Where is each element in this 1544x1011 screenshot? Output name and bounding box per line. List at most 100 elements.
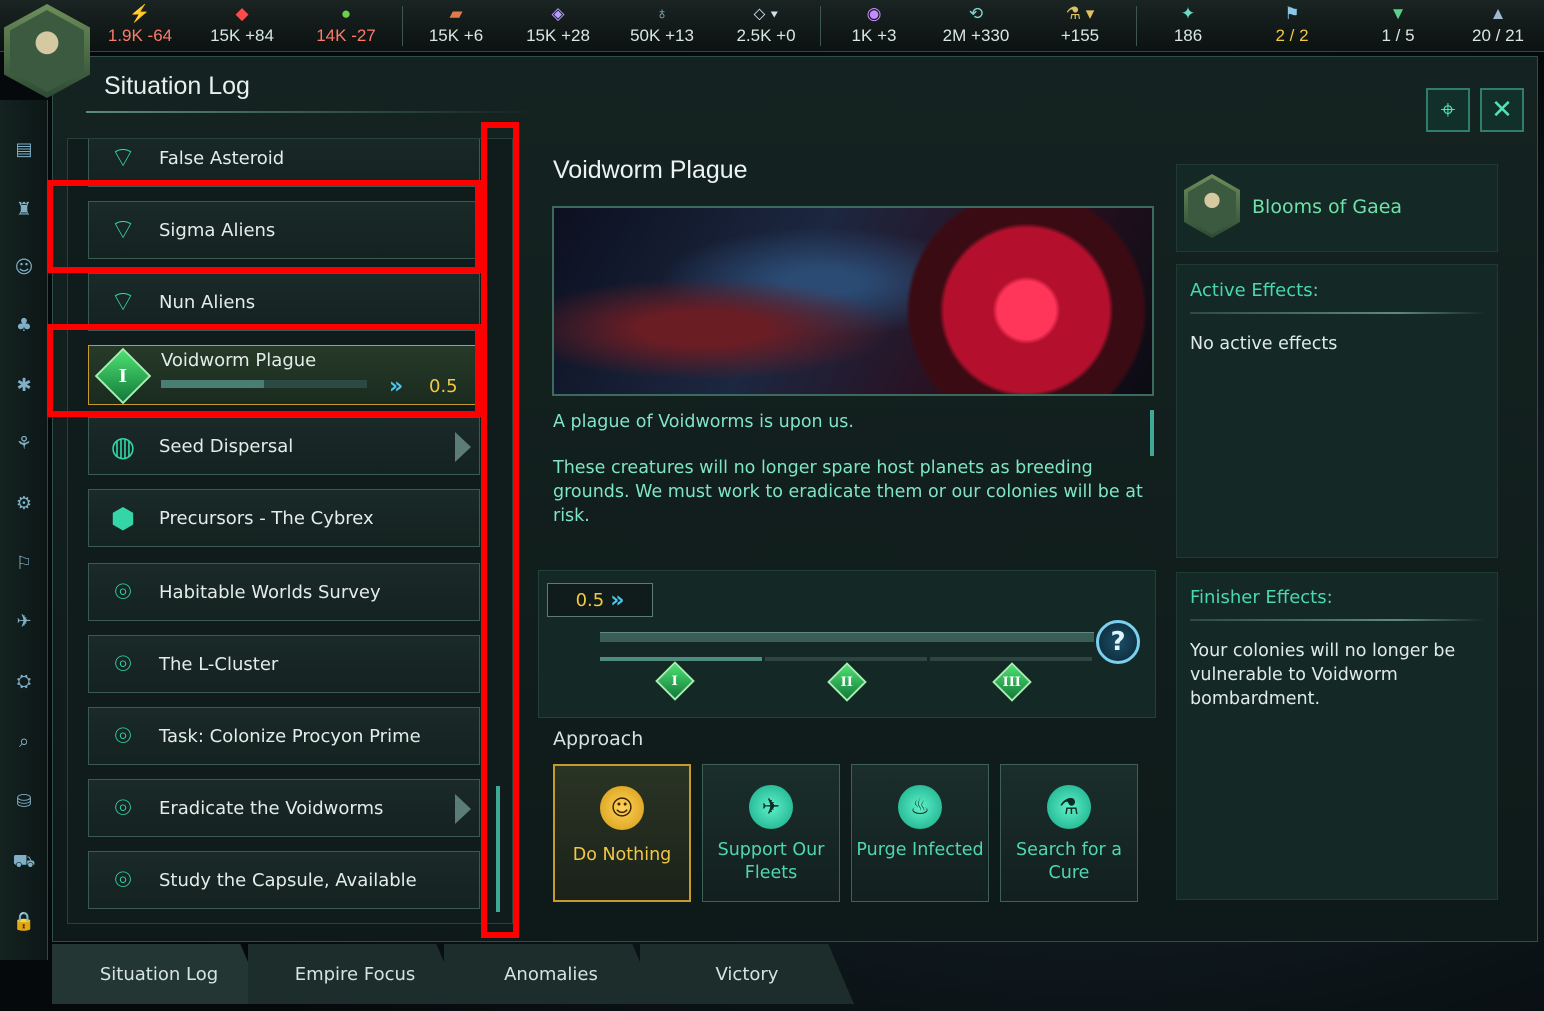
contacts-menu-icon[interactable]: ☺: [10, 254, 38, 282]
research-icon: ◉: [866, 4, 882, 23]
energy-icon: ⚡: [129, 4, 151, 23]
technology-menu-icon[interactable]: ⚙: [10, 490, 38, 518]
tab-empire-focus[interactable]: Empire Focus: [248, 944, 462, 1004]
description-line: These creatures will no longer spare hos…: [553, 458, 1143, 526]
resource-consumer-goods[interactable]: ◈ 15K +28: [516, 2, 600, 50]
expand-arrow-icon[interactable]: [455, 794, 471, 824]
progress-rate: 0.5: [429, 376, 458, 397]
list-item-habitable-worlds-survey[interactable]: ⌾ Habitable Worlds Survey: [88, 563, 480, 621]
resource-unity[interactable]: ⬦ ▾ 2.5K +0: [724, 2, 808, 50]
close-icon: ✕: [1491, 95, 1513, 125]
market-menu-icon[interactable]: ⛁: [10, 788, 38, 816]
science-icon: ⚗ ▾: [1065, 4, 1095, 23]
policies-menu-icon[interactable]: ⚐: [10, 550, 38, 578]
list-item-seed-dispersal[interactable]: ◍ Seed Dispersal: [88, 417, 480, 475]
list-scrollbar[interactable]: [496, 786, 500, 912]
empire-flag-icon: [10, 10, 84, 92]
stage-marker-1[interactable]: I: [655, 661, 695, 701]
resource-trade[interactable]: ⟲ 2M +330: [930, 2, 1022, 50]
divider: [1190, 619, 1486, 621]
lock-icon[interactable]: 🔒: [10, 908, 38, 936]
edicts-menu-icon[interactable]: ⛟: [10, 848, 38, 876]
active-effects-text: No active effects: [1190, 334, 1338, 354]
list-item-label: Sigma Aliens: [159, 219, 276, 241]
envoys-icon: ⚑: [1284, 4, 1300, 23]
approach-support-fleets[interactable]: ✈ Support Our Fleets: [702, 764, 840, 902]
microscope-icon: ⚗: [1047, 785, 1091, 829]
resource-science[interactable]: ⚗ ▾ +155: [1046, 2, 1114, 50]
resource-influence[interactable]: ♁ 50K +13: [620, 2, 704, 50]
resource-fleet[interactable]: ✦ 186: [1160, 2, 1216, 50]
stage-three-bar: [930, 657, 1092, 661]
close-button[interactable]: ✕: [1480, 88, 1524, 132]
stage-marker-3[interactable]: III: [992, 662, 1032, 702]
approach-search-cure[interactable]: ⚗ Search for a Cure: [1000, 764, 1138, 902]
list-item-label: Study the Capsule, Available: [159, 869, 417, 891]
ship-designer-menu-icon[interactable]: ⛭: [10, 668, 38, 696]
species-menu-icon[interactable]: ✱: [10, 372, 38, 400]
list-item-study-capsule[interactable]: ⌾ Study the Capsule, Available: [88, 851, 480, 909]
list-item-voidworm-plague[interactable]: I Voidworm Plague » 0.5: [88, 345, 480, 405]
map-pin-icon: ⌾: [114, 791, 132, 824]
tab-victory[interactable]: Victory: [640, 944, 854, 1004]
situation-list[interactable]: ⌔ False Asteroid ⌔ Sigma Aliens ⌔ Nun Al…: [67, 138, 513, 924]
list-item-sigma-aliens[interactable]: ⌔ Sigma Aliens: [88, 201, 480, 259]
list-item-label: The L-Cluster: [159, 653, 279, 675]
planets-menu-icon[interactable]: ♣: [10, 312, 38, 340]
approach-purge-infected[interactable]: ♨ Purge Infected: [851, 764, 989, 902]
situation-title: Voidworm Plague: [553, 156, 748, 184]
list-item-eradicate-voidworms[interactable]: ⌾ Eradicate the Voidworms: [88, 779, 480, 837]
owner-name[interactable]: Blooms of Gaea: [1252, 196, 1402, 218]
resource-research[interactable]: ◉ 1K +3: [836, 2, 912, 50]
trade-icon: ⟲: [968, 4, 984, 23]
left-menu-strip: ▤ ♜ ☺ ♣ ✱ ⚘ ⚙ ⚐ ✈ ⛭ ⌕ ⛁ ⛟ 🔒: [0, 100, 48, 960]
resource-navy[interactable]: ▲ 20 / 21: [1460, 2, 1536, 50]
food-icon: ●: [340, 4, 352, 23]
list-item-label: Habitable Worlds Survey: [159, 581, 381, 603]
tab-anomalies[interactable]: Anomalies: [444, 944, 658, 1004]
resource-envoys[interactable]: ⚑ 2 / 2: [1262, 2, 1322, 50]
approach-label: Purge Infected: [856, 840, 984, 860]
starbase-icon: ▼: [1389, 4, 1407, 23]
expeditions-menu-icon[interactable]: ⌕: [10, 728, 38, 756]
locate-button[interactable]: ⌖: [1426, 88, 1470, 132]
situation-stage-one-icon: I: [94, 347, 152, 405]
description-scrollbar[interactable]: [1150, 410, 1154, 456]
consumer-goods-icon: ◈: [551, 4, 565, 23]
finisher-effects-panel: [1176, 572, 1498, 900]
situation-log-menu-icon[interactable]: ▤: [10, 136, 38, 164]
purge-icon: ♨: [898, 785, 942, 829]
list-item-label: Nun Aliens: [159, 291, 256, 313]
stage-marker-2[interactable]: II: [827, 662, 867, 702]
fleet-icon: ✦: [1180, 4, 1196, 23]
resource-energy[interactable]: ⚡ 1.9K -64: [100, 2, 180, 50]
progress-track: [600, 632, 1094, 642]
list-item-false-asteroid[interactable]: ⌔ False Asteroid: [88, 139, 480, 187]
radar-dish-icon: ⌔: [109, 212, 137, 246]
finisher-effects-text: Your colonies will no longer be vulnerab…: [1190, 641, 1456, 709]
title-divider: [86, 111, 536, 113]
fleet-support-icon: ✈: [749, 785, 793, 829]
traditions-menu-icon[interactable]: ⚘: [10, 430, 38, 458]
top-resource-bar: ⚡ 1.9K -64 ◆ 15K +84 ● 14K -27 ▰ 15K +6 …: [0, 0, 1544, 52]
list-item-nun-aliens[interactable]: ⌔ Nun Aliens: [88, 273, 480, 331]
resource-starbases[interactable]: ▼ 1 / 5: [1368, 2, 1428, 50]
resource-minerals[interactable]: ◆ 15K +84: [200, 2, 284, 50]
unity-icon: ⬦ ▾: [753, 4, 779, 23]
fleet-manager-menu-icon[interactable]: ✈: [10, 608, 38, 636]
active-effects-panel: [1176, 264, 1498, 558]
list-item-label: Task: Colonize Procyon Prime: [159, 725, 421, 747]
resource-food[interactable]: ● 14K -27: [306, 2, 386, 50]
government-menu-icon[interactable]: ♜: [10, 196, 38, 224]
expand-arrow-icon[interactable]: [455, 432, 471, 462]
map-pin-icon: ⌾: [114, 719, 132, 752]
help-button[interactable]: ?: [1096, 620, 1140, 664]
map-pin-list-icon: ⌖: [1440, 94, 1456, 125]
tab-situation-log[interactable]: Situation Log: [52, 944, 266, 1004]
list-item-precursors[interactable]: ⬢ Precursors - The Cybrex: [88, 489, 480, 547]
list-item-l-cluster[interactable]: ⌾ The L-Cluster: [88, 635, 480, 693]
bottom-tabs: Situation Log Empire Focus Anomalies Vic…: [52, 944, 854, 1004]
approach-do-nothing[interactable]: ☺ Do Nothing: [553, 764, 691, 902]
list-item-colonize-procyon[interactable]: ⌾ Task: Colonize Procyon Prime: [88, 707, 480, 765]
resource-alloys[interactable]: ▰ 15K +6: [416, 2, 496, 50]
